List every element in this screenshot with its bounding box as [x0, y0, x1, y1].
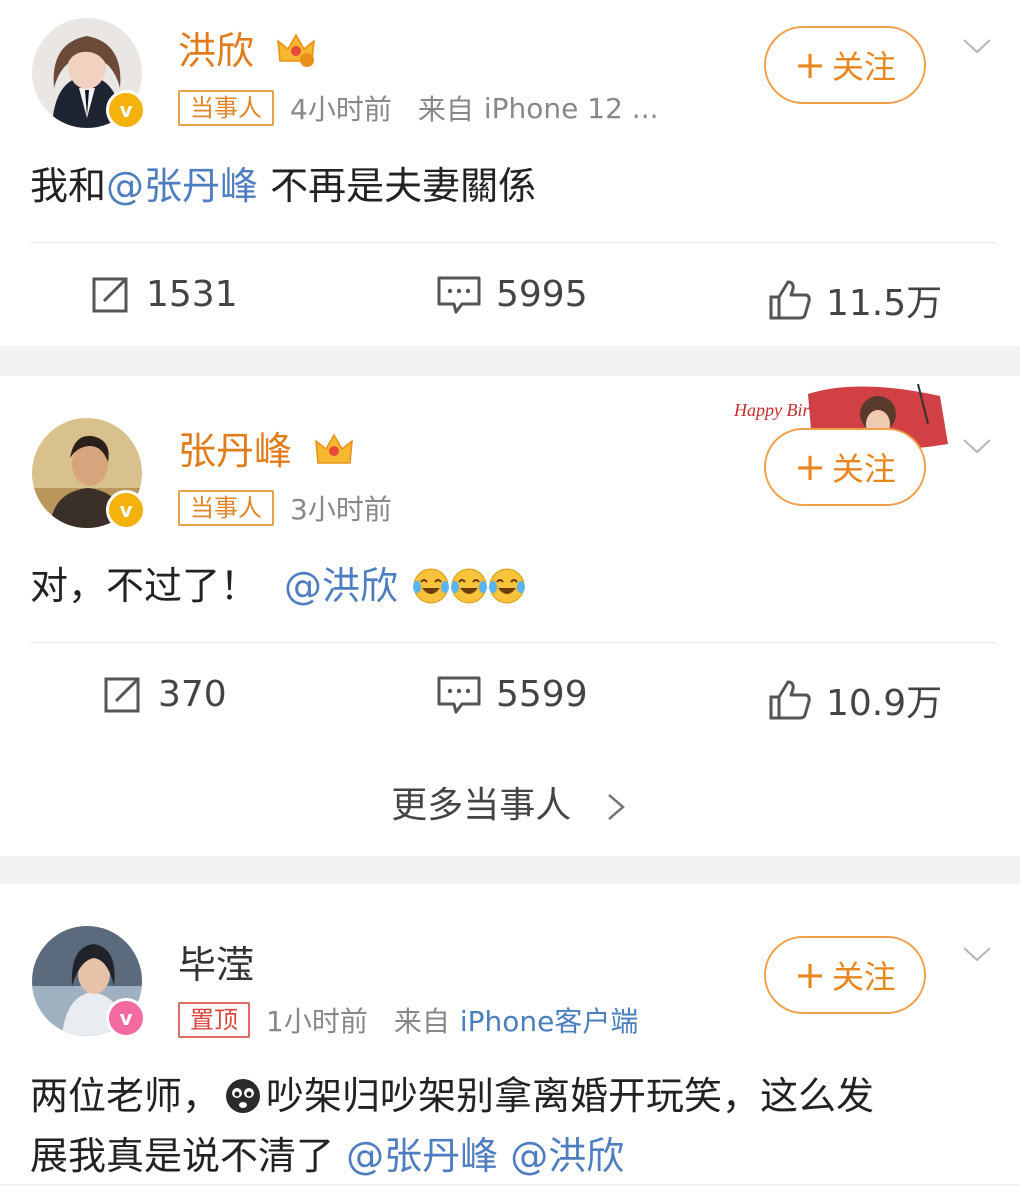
- verified-v-icon: v: [106, 490, 146, 530]
- repost-button[interactable]: 370: [102, 674, 227, 715]
- mention-link[interactable]: @张丹峰: [106, 164, 258, 208]
- vip-v-icon: v: [106, 998, 146, 1038]
- divider: [30, 242, 996, 243]
- more-parties-link[interactable]: 更多当事人: [0, 776, 1020, 828]
- post-text-part: 吵架归吵架别拿离婚开玩笑，这么发: [266, 1074, 875, 1118]
- chevron-down-icon[interactable]: [962, 940, 992, 970]
- like-button[interactable]: 11.5万: [768, 274, 942, 326]
- avatar[interactable]: v: [32, 418, 146, 530]
- post-meta: 置顶 1小时前 来自 iPhone客户端: [178, 1000, 638, 1040]
- user-name-text[interactable]: 洪欣: [178, 29, 254, 73]
- repost-count: 1531: [146, 274, 238, 315]
- comment-icon: [437, 276, 481, 313]
- post-text: 我和@张丹峰 不再是夫妻關係: [30, 156, 990, 216]
- comment-icon: [437, 676, 481, 713]
- chevron-down-icon[interactable]: [962, 432, 992, 462]
- follow-label: 关注: [831, 958, 896, 996]
- post-text-part: 展我真是说不清了: [30, 1134, 347, 1178]
- comment-button[interactable]: 5995: [436, 274, 588, 315]
- post-card-3: v 毕滢 置顶 1小时前 来自 iPhone客户端 + 关注 两位老师， 吵架归…: [0, 884, 1020, 1184]
- vip-crown-icon: [276, 31, 316, 76]
- chevron-right-icon: [607, 794, 625, 820]
- follow-label: 关注: [831, 48, 896, 86]
- chevron-down-icon[interactable]: [962, 32, 992, 62]
- more-parties-label: 更多当事人: [391, 785, 572, 826]
- post-card-1: v 洪欣 当事人 4小时前 来自 iPhone 12 ... + 关注 我和@张…: [0, 0, 1020, 346]
- comment-count: 5599: [496, 674, 588, 715]
- user-name-text[interactable]: 毕滢: [178, 943, 254, 987]
- mention-link[interactable]: @张丹峰: [346, 1134, 498, 1178]
- like-count: 10.9万: [826, 683, 943, 724]
- post-text-part: 我和: [30, 164, 107, 208]
- post-text-line-1: 两位老师， 吵架归吵架别拿离婚开玩笑，这么发: [30, 1066, 990, 1126]
- post-time: 1小时前: [266, 1005, 368, 1038]
- source-prefix: 来自: [417, 93, 474, 126]
- avatar[interactable]: v: [32, 18, 146, 130]
- emoji-group: [412, 567, 526, 605]
- plus-icon: +: [794, 445, 826, 489]
- avatar[interactable]: v: [32, 926, 146, 1038]
- thumbs-up-icon: [769, 280, 811, 320]
- laugh-cry-emoji-icon: [489, 568, 526, 604]
- verified-v-icon: v: [106, 90, 146, 130]
- source-device: iPhone 12 ...: [483, 91, 659, 125]
- user-name[interactable]: 洪欣: [178, 20, 316, 76]
- decoration-text: Happy Bir: [733, 400, 810, 420]
- plus-icon: +: [794, 43, 826, 87]
- vip-crown-icon: [314, 431, 354, 476]
- source-device[interactable]: iPhone客户端: [460, 1000, 639, 1040]
- post-meta: 当事人 3小时前: [178, 488, 392, 528]
- post-text-line-2: 展我真是说不清了 @张丹峰 @洪欣: [30, 1126, 990, 1186]
- comment-button[interactable]: 5599: [436, 674, 588, 715]
- like-button[interactable]: 10.9万: [768, 674, 942, 726]
- post-text-part: 两位老师，: [30, 1074, 221, 1118]
- crying-face-emoji-icon: [226, 1079, 261, 1113]
- follow-button[interactable]: + 关注: [764, 26, 926, 104]
- post-time: 3小时前: [290, 493, 392, 526]
- post-text-part: 不再是夫妻關係: [258, 164, 537, 208]
- follow-label: 关注: [831, 450, 896, 488]
- post-text: 两位老师， 吵架归吵架别拿离婚开玩笑，这么发 展我真是说不清了 @张丹峰 @洪欣: [30, 1066, 990, 1186]
- plus-icon: +: [794, 953, 826, 997]
- repost-icon: [92, 277, 128, 312]
- party-tag: 当事人: [178, 90, 274, 126]
- mention-link[interactable]: @洪欣: [284, 556, 398, 616]
- post-text: 对，不过了！ @洪欣: [30, 556, 990, 616]
- laugh-cry-emoji-icon: [451, 568, 488, 604]
- follow-button[interactable]: + 关注: [764, 428, 926, 506]
- pinned-tag: 置顶: [178, 1002, 250, 1038]
- party-tag: 当事人: [178, 490, 274, 526]
- repost-icon: [104, 677, 140, 712]
- laugh-cry-emoji-icon: [413, 568, 450, 604]
- post-text-part: 对，不过了！: [30, 564, 259, 608]
- mention-link[interactable]: @洪欣: [510, 1134, 624, 1178]
- repost-count: 370: [158, 674, 227, 715]
- post-card-2: Happy Bir v 张丹峰 当事人 3小时前 + 关注 对，不过了！ @洪欣…: [0, 376, 1020, 856]
- post-meta: 当事人 4小时前 来自 iPhone 12 ...: [178, 88, 659, 128]
- user-name-text[interactable]: 张丹峰: [178, 429, 292, 473]
- divider: [30, 642, 996, 643]
- follow-button[interactable]: + 关注: [764, 936, 926, 1014]
- like-count: 11.5万: [826, 283, 943, 324]
- repost-button[interactable]: 1531: [90, 274, 238, 315]
- source-prefix: 来自: [393, 1005, 450, 1038]
- user-name[interactable]: 张丹峰: [178, 420, 354, 476]
- post-time: 4小时前: [290, 93, 392, 126]
- comment-count: 5995: [496, 274, 588, 315]
- user-name[interactable]: 毕滢: [178, 934, 254, 989]
- thumbs-up-icon: [769, 680, 811, 720]
